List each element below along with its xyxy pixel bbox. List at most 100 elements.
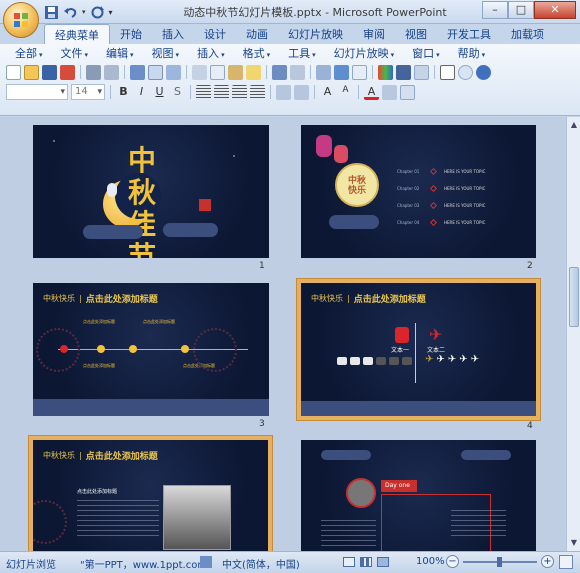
scroll-down-icon[interactable]: ▼ (568, 537, 580, 549)
undo-dropdown-icon[interactable]: ▾ (82, 8, 86, 16)
menu-edit[interactable]: 编辑 ▾ (97, 45, 143, 61)
new-file-icon[interactable] (6, 64, 21, 80)
font-name-combo[interactable] (6, 84, 68, 100)
zoom-slider-thumb[interactable] (497, 557, 502, 567)
tab-view[interactable]: 视图 (395, 24, 437, 44)
slide-thumbnail-3[interactable]: 中秋快乐 | 点击此处添加标题 点击此处添加标题 点击此处添加标题 点击此处添加… (33, 283, 269, 429)
scroll-thumb[interactable] (569, 267, 579, 327)
menu-tools[interactable]: 工具 ▾ (279, 45, 325, 61)
menu-slideshow[interactable]: 幻灯片放映 ▾ (325, 45, 404, 61)
undo-icon[interactable] (63, 5, 78, 20)
tab-slideshow[interactable]: 幻灯片放映 (278, 24, 353, 44)
tab-home[interactable]: 开始 (110, 24, 152, 44)
redo-icon[interactable] (290, 64, 305, 80)
close-button[interactable]: ✕ (534, 1, 576, 19)
underline-icon[interactable]: U (152, 85, 167, 100)
font-color-icon[interactable]: A (364, 85, 379, 100)
vertical-scrollbar[interactable]: ▲ ▼ (566, 117, 580, 551)
insert-chart-icon[interactable] (334, 64, 349, 80)
align-right-icon[interactable] (232, 84, 247, 100)
color-grayscale-icon[interactable] (378, 64, 393, 80)
zoom-level[interactable]: 100% (416, 556, 445, 567)
align-center-icon[interactable] (214, 84, 229, 100)
normal-view-icon[interactable] (343, 557, 355, 567)
increase-font-icon[interactable]: A (320, 85, 335, 100)
tab-review[interactable]: 审阅 (353, 24, 395, 44)
numbering-icon[interactable] (294, 84, 309, 100)
justify-icon[interactable] (250, 84, 265, 100)
menu-window[interactable]: 窗口 ▾ (403, 45, 449, 61)
help-icon[interactable] (476, 64, 491, 80)
paste-icon[interactable] (228, 64, 243, 80)
bold-icon[interactable]: B (116, 85, 131, 100)
customize-qat-icon[interactable]: ▾ (109, 8, 113, 17)
separator (124, 65, 125, 79)
slide-thumbnail-4[interactable]: 中秋快乐 | 点击此处添加标题 ✈ 文本一 文本二 ✈ ✈ ✈ ✈ ✈ 4 (297, 279, 540, 431)
cut-icon[interactable] (192, 64, 207, 80)
slide-canvas: 中秋快乐 | 点击此处添加标题 点击此处添加标题 点击此处添加标题 点击此处添加… (33, 283, 269, 416)
airplane-icon: ✈ (470, 354, 479, 365)
tab-addins[interactable]: 加载项 (501, 24, 554, 44)
translate-icon[interactable] (166, 64, 181, 80)
slide-canvas: Day one (301, 440, 536, 551)
slideshow-view-icon[interactable] (377, 557, 389, 567)
slide-thumbnail-5[interactable]: 中秋快乐 | 点击此处添加标题 点击此处添加标题 (29, 436, 272, 551)
zoom-in-icon[interactable]: + (541, 555, 554, 568)
new-slide-icon[interactable] (352, 64, 367, 80)
slide-thumbnail-2[interactable]: 中秋快乐 Chapter 01 HERE IS YOUR TOPIC Chapt… (301, 125, 536, 271)
save-icon[interactable] (42, 64, 57, 80)
bullets-icon[interactable] (276, 84, 291, 100)
menu-all[interactable]: 全部 ▾ (6, 45, 52, 61)
sorter-view-icon[interactable] (360, 557, 372, 567)
slide-thumbnail-6[interactable]: Day one (301, 440, 536, 551)
menu-file[interactable]: 文件 ▾ (52, 45, 98, 61)
spellcheck-icon[interactable] (200, 556, 212, 568)
align-left-icon[interactable] (196, 84, 211, 100)
car-icon (376, 357, 386, 365)
print-preview-icon[interactable] (104, 64, 119, 80)
copy-icon[interactable] (210, 64, 225, 80)
diamond-icon (429, 184, 438, 193)
research-icon[interactable] (148, 64, 163, 80)
repeat-icon[interactable] (90, 5, 105, 20)
fit-window-icon[interactable] (559, 555, 573, 569)
tab-classic-menu[interactable]: 经典菜单 (44, 24, 110, 44)
undo-icon[interactable] (272, 64, 287, 80)
slide-thumbnail-1[interactable]: 中秋佳节 1 (33, 125, 269, 271)
tab-insert[interactable]: 插入 (152, 24, 194, 44)
grid-icon[interactable] (414, 64, 429, 80)
tab-design[interactable]: 设计 (194, 24, 236, 44)
zoom-icon[interactable] (458, 64, 473, 80)
menu-insert[interactable]: 插入 ▾ (188, 45, 234, 61)
text-box-icon[interactable] (440, 64, 455, 80)
tab-developer[interactable]: 开发工具 (437, 24, 501, 44)
tab-animations[interactable]: 动画 (236, 24, 278, 44)
menu-view[interactable]: 视图 ▾ (143, 45, 189, 61)
item-title: 点击此处添加标题 (143, 319, 175, 324)
format-painter-icon[interactable] (246, 64, 261, 80)
open-folder-icon[interactable] (24, 64, 39, 80)
slide-number: 2 (527, 261, 533, 271)
permission-icon[interactable] (60, 64, 75, 80)
insert-table-icon[interactable] (316, 64, 331, 80)
minimize-button[interactable]: – (482, 1, 508, 19)
maximize-button[interactable]: □ (508, 1, 534, 19)
zoom-out-icon[interactable]: − (446, 555, 459, 568)
spelling-icon[interactable] (130, 64, 145, 80)
scroll-up-icon[interactable]: ▲ (568, 119, 580, 131)
font-size-combo[interactable]: 14 (71, 84, 105, 100)
chapter-row: Chapter 02 HERE IS YOUR TOPIC (397, 180, 532, 197)
save-icon[interactable] (44, 5, 59, 20)
design-icon[interactable] (382, 84, 397, 100)
italic-icon[interactable]: I (134, 85, 149, 100)
language-label[interactable]: 中文(简体，中国) (222, 556, 300, 571)
print-icon[interactable] (86, 64, 101, 80)
menu-help[interactable]: 帮助 ▾ (449, 45, 495, 61)
title-bar: ▾ ▾ 动态中秋节幻灯片模板.pptx - Microsoft PowerPoi… (0, 0, 580, 38)
menu-format[interactable]: 格式 ▾ (234, 45, 280, 61)
show-formatting-icon[interactable] (396, 64, 411, 80)
office-button[interactable] (3, 2, 39, 38)
decrease-font-icon[interactable]: A (338, 85, 353, 100)
shadow-icon[interactable]: S (170, 85, 185, 100)
new-slide-button-icon[interactable] (400, 84, 415, 100)
